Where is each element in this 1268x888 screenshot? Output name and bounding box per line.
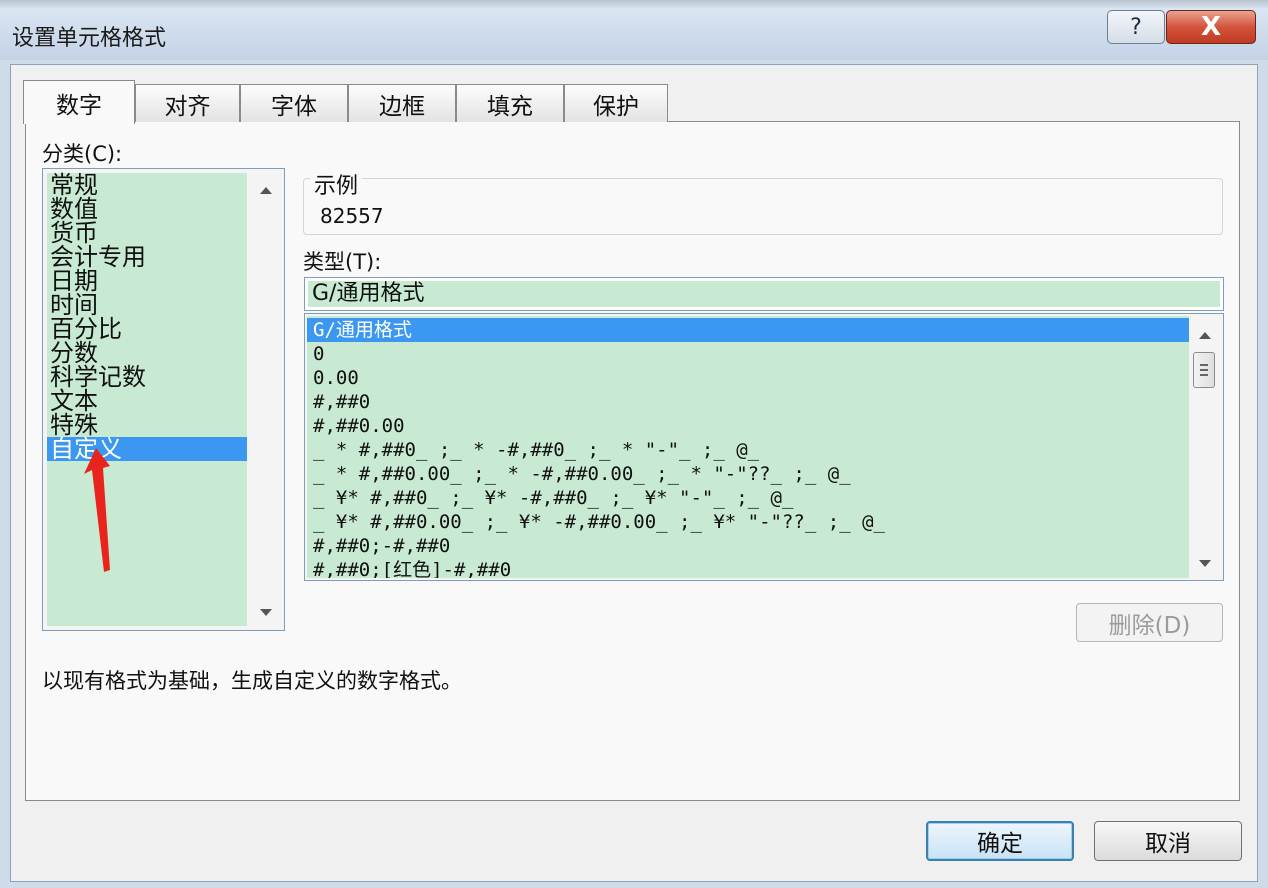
help-button[interactable]: ?	[1107, 10, 1165, 44]
scroll-thumb[interactable]	[1193, 352, 1215, 388]
close-button[interactable]: X	[1166, 10, 1256, 44]
sample-group	[303, 178, 1223, 235]
category-item-general[interactable]: 常规	[47, 173, 247, 197]
format-item[interactable]: #,##0;[红色]-#,##0	[307, 558, 1189, 578]
format-item[interactable]: #,##0	[307, 390, 1189, 414]
format-item[interactable]: _ * #,##0.00_ ;_ * -#,##0.00_ ;_ * "-"??…	[307, 462, 1189, 486]
category-item-number[interactable]: 数值	[47, 197, 247, 221]
scroll-down-icon[interactable]	[1199, 560, 1211, 567]
grip-line	[1200, 364, 1208, 366]
title-bar-top-strip	[0, 0, 1268, 8]
tab-number[interactable]: 数字	[23, 80, 135, 124]
format-item[interactable]: 0.00	[307, 366, 1189, 390]
category-label: 分类(C):	[42, 142, 123, 166]
tab-fill[interactable]: 填充	[456, 84, 564, 122]
cancel-button[interactable]: 取消	[1094, 821, 1242, 861]
grip-line	[1200, 374, 1208, 376]
format-list[interactable]: G/通用格式 0 0.00 #,##0 #,##0.00 _ * #,##0_ …	[304, 313, 1224, 581]
annotation-arrow-shape	[84, 448, 110, 572]
type-input-value[interactable]: G/通用格式	[308, 281, 1220, 307]
tab-alignment[interactable]: 对齐	[135, 84, 240, 122]
close-icon: X	[1200, 12, 1222, 42]
format-item[interactable]: 0	[307, 342, 1189, 366]
scroll-up-icon[interactable]	[1199, 332, 1211, 339]
scroll-down-icon[interactable]	[260, 609, 272, 616]
category-item-date[interactable]: 日期	[47, 269, 247, 293]
delete-button[interactable]: 删除(D)	[1076, 603, 1223, 642]
sample-value: 82557	[320, 204, 384, 228]
category-item-currency[interactable]: 货币	[47, 221, 247, 245]
category-item-special[interactable]: 特殊	[47, 413, 247, 437]
tab-protection[interactable]: 保护	[564, 84, 668, 122]
title-bar: 设置单元格格式 ? X	[0, 0, 1268, 60]
tab-border[interactable]: 边框	[348, 84, 456, 122]
scroll-up-icon[interactable]	[260, 187, 272, 194]
dialog-title: 设置单元格格式	[12, 26, 167, 51]
type-label: 类型(T):	[303, 250, 382, 274]
format-item[interactable]: _ * #,##0_ ;_ * -#,##0_ ;_ * "-"_ ;_ @_	[307, 438, 1189, 462]
category-item-accounting[interactable]: 会计专用	[47, 245, 247, 269]
category-item-fraction[interactable]: 分数	[47, 341, 247, 365]
format-item[interactable]: G/通用格式	[307, 318, 1189, 342]
help-icon: ?	[1130, 14, 1142, 40]
format-items: G/通用格式 0 0.00 #,##0 #,##0.00 _ * #,##0_ …	[307, 316, 1189, 578]
ok-button[interactable]: 确定	[926, 821, 1074, 861]
category-item-text[interactable]: 文本	[47, 389, 247, 413]
type-input[interactable]: G/通用格式	[304, 277, 1224, 311]
grip-line	[1200, 369, 1208, 371]
tab-font[interactable]: 字体	[240, 84, 348, 122]
category-item-scientific[interactable]: 科学记数	[47, 365, 247, 389]
format-item[interactable]: #,##0;-#,##0	[307, 534, 1189, 558]
category-item-time[interactable]: 时间	[47, 293, 247, 317]
sample-legend: 示例	[310, 168, 363, 200]
annotation-arrow-icon	[84, 448, 110, 572]
format-item[interactable]: _ ¥* #,##0_ ;_ ¥* -#,##0_ ;_ ¥* "-"_ ;_ …	[307, 486, 1189, 510]
format-item[interactable]: #,##0.00	[307, 414, 1189, 438]
format-scrollbar[interactable]	[1189, 316, 1221, 578]
format-item[interactable]: _ ¥* #,##0.00_ ;_ ¥* -#,##0.00_ ;_ ¥* "-…	[307, 510, 1189, 534]
category-scrollbar[interactable]	[250, 171, 282, 628]
category-item-percentage[interactable]: 百分比	[47, 317, 247, 341]
description-text: 以现有格式为基础，生成自定义的数字格式。	[42, 669, 462, 693]
